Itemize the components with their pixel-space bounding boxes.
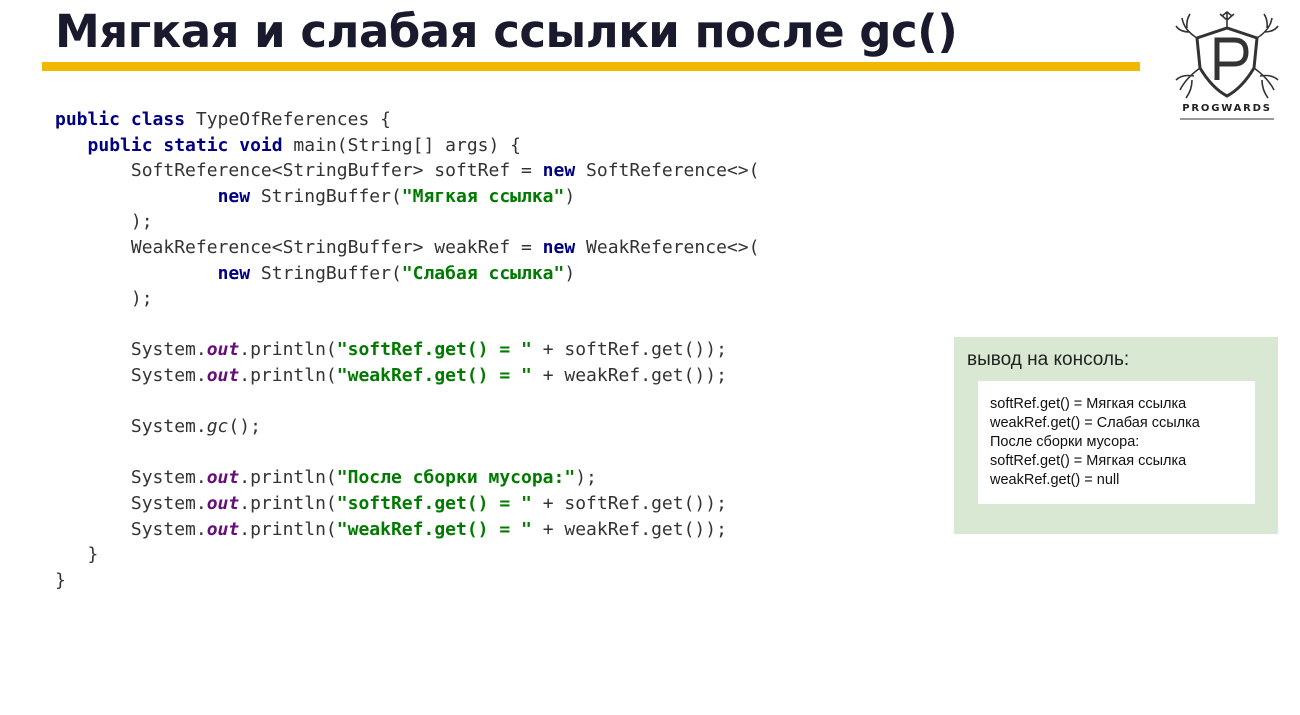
code-keyword: new [217, 262, 251, 284]
code-token: TypeOfReferences { [185, 109, 391, 130]
code-token: ); [55, 288, 153, 310]
code-keyword: public class [55, 109, 186, 130]
code-token: } [55, 569, 66, 591]
code-token: + weakRef.get()); [531, 518, 727, 540]
code-line: WeakReference<StringBuffer> weakRef = ne… [55, 235, 760, 261]
console-line: После сборки мусора: [990, 434, 1140, 450]
code-string: "weakRef.get() = " [336, 364, 532, 386]
console-line: softRef.get() = Мягкая ссылка [990, 396, 1187, 412]
code-token: + softRef.get()); [531, 339, 727, 361]
code-line: System.out.println("softRef.get() = " + … [55, 337, 759, 363]
code-keyword: public static void [87, 134, 283, 156]
logo-tagline-rule [1180, 118, 1274, 120]
code-token: ) [564, 262, 576, 284]
code-string: "После сборки мусора:" [336, 467, 576, 489]
code-keyword: new [542, 236, 576, 258]
code-token: main(String[] args) { [282, 134, 522, 156]
logo-brand-name: PROGWARDS [1182, 103, 1272, 114]
code-string: "weakRef.get() = " [336, 518, 532, 540]
code-token: ); [575, 467, 597, 489]
code-field: out [206, 364, 240, 386]
code-field: out [206, 492, 240, 514]
code-token: gc [206, 416, 229, 438]
code-token: SoftReference<>( [575, 160, 760, 182]
code-token: WeakReference<StringBuffer> weakRef = [55, 236, 543, 258]
code-token: (); [228, 416, 261, 438]
code-field: out [206, 518, 240, 540]
console-output-panel: вывод на консоль: softRef.get() = Мягкая… [954, 337, 1278, 534]
code-token: System. [55, 467, 207, 489]
code-line: SoftReference<StringBuffer> softRef = ne… [55, 158, 760, 184]
code-string: "Слабая ссылка" [401, 262, 565, 284]
code-line: new StringBuffer("Мягкая ссылка") [55, 184, 759, 210]
code-token: ); [55, 211, 153, 233]
code-keyword: new [217, 185, 251, 207]
code-line: System.out.println("weakRef.get() = " + … [55, 517, 759, 543]
code-token: System. [55, 518, 207, 540]
code-token: System. [55, 492, 207, 514]
code-line: ); [55, 209, 759, 235]
code-line: System.out.println("softRef.get() = " + … [55, 491, 759, 517]
code-line: } [55, 542, 759, 568]
code-field: out [206, 339, 240, 361]
title-underline [42, 62, 1140, 71]
code-string: "softRef.get() = " [336, 339, 532, 361]
code-line: System.out.println("weakRef.get() = " + … [55, 363, 759, 389]
progwards-crest-icon [1175, 10, 1279, 99]
code-line: public class TypeOfReferences { [55, 107, 759, 133]
code-line: System.gc(); [55, 414, 759, 440]
console-output-box: softRef.get() = Мягкая ссылка weakRef.ge… [978, 381, 1255, 504]
code-field: out [206, 467, 240, 489]
code-token: + weakRef.get()); [531, 364, 727, 386]
code-token: .println( [239, 339, 337, 361]
code-line: public static void main(String[] args) { [55, 133, 759, 159]
code-token: .println( [239, 364, 337, 386]
console-line: weakRef.get() = null [990, 472, 1120, 488]
code-line: System.out.println("После сборки мусора:… [55, 465, 759, 491]
code-token: .println( [239, 467, 337, 489]
code-keyword: new [542, 160, 576, 182]
code-token: ) [564, 185, 576, 207]
console-title: вывод на консоль: [967, 349, 1130, 370]
code-token: .println( [239, 518, 337, 540]
slide-title: Мягкая и слабая ссылки после gc() [55, 5, 958, 58]
code-string: "Мягкая ссылка" [401, 185, 565, 207]
code-string: "softRef.get() = " [336, 492, 532, 514]
code-token: StringBuffer( [250, 185, 402, 207]
code-line: new StringBuffer("Слабая ссылка") [55, 261, 759, 287]
code-token: System. [55, 364, 207, 386]
code-token: System. [55, 339, 207, 361]
code-token: SoftReference<StringBuffer> softRef = [55, 160, 543, 182]
code-token: WeakReference<>( [575, 236, 760, 258]
code-token: } [55, 544, 99, 566]
code-token: StringBuffer( [250, 262, 402, 284]
code-token: System. [55, 416, 207, 438]
console-line: softRef.get() = Мягкая ссылка [990, 453, 1187, 469]
console-line: weakRef.get() = Слабая ссылка [990, 415, 1200, 431]
progwards-logo: PROGWARDS [1172, 8, 1282, 126]
code-token: + softRef.get()); [531, 492, 727, 514]
code-line: ); [55, 286, 759, 312]
code-line: } [55, 568, 759, 594]
code-token: .println( [239, 492, 337, 514]
code-block: public class TypeOfReferences { public s… [55, 107, 759, 593]
